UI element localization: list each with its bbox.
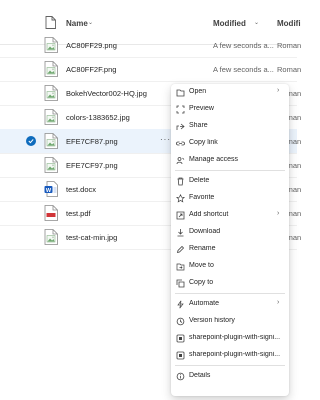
word-file-icon: W (44, 181, 58, 197)
delete-icon (177, 177, 184, 186)
image-file-icon (44, 157, 58, 173)
svg-text:W: W (46, 188, 52, 194)
file-modified: A few seconds a... (213, 41, 274, 50)
file-name[interactable]: test-cat-min.jpg (66, 233, 117, 242)
preview-icon (176, 105, 185, 114)
menu-divider (175, 170, 285, 171)
file-name[interactable]: test.pdf (66, 209, 91, 218)
plugin-icon (176, 351, 185, 360)
move-icon (176, 263, 185, 271)
details-icon (176, 372, 185, 381)
image-file-icon (44, 37, 58, 53)
chevron-down-icon[interactable]: ⌄ (88, 19, 93, 26)
menu-item-label: Move to (189, 262, 214, 269)
file-row[interactable]: AC80FF2F.png A few seconds a... Roman (0, 57, 301, 82)
image-file-icon (44, 133, 58, 149)
menu-item-label: Details (189, 372, 211, 379)
menu-item-favorite[interactable]: Favorite (171, 190, 289, 207)
file-name[interactable]: AC80FF2F.png (66, 65, 116, 74)
menu-item-sharepoint-plugin-with-signi[interactable]: sharepoint-plugin-with-signi... (171, 330, 289, 347)
file-modified-by: Roman (277, 41, 302, 50)
menu-item-label: sharepoint-plugin-with-signi... (189, 334, 281, 341)
modified-by-column-header[interactable]: Modifi (277, 19, 301, 28)
file-name[interactable]: EFE7CF97.png (66, 161, 118, 170)
menu-item-label: Copy link (189, 139, 218, 146)
menu-divider (175, 365, 285, 366)
menu-item-download[interactable]: Download (171, 224, 289, 241)
file-name[interactable]: BokehVector002-HQ.jpg (66, 89, 147, 98)
menu-item-delete[interactable]: Delete (171, 173, 289, 190)
file-row[interactable]: AC80FF29.png A few seconds a... Roman (0, 33, 301, 58)
chevron-right-icon: › (277, 210, 280, 217)
menu-item-label: Delete (189, 177, 210, 184)
menu-item-label: sharepoint-plugin-with-signi... (189, 351, 281, 358)
menu-item-preview[interactable]: Preview (171, 101, 289, 118)
menu-item-label: Preview (189, 105, 214, 112)
menu-item-copy-to[interactable]: Copy to (171, 275, 289, 292)
file-modified-by: Roman (277, 65, 302, 74)
chevron-right-icon: › (277, 87, 280, 94)
menu-item-share[interactable]: Share (171, 118, 289, 135)
menu-item-version-history[interactable]: Version history (171, 313, 289, 330)
menu-item-copy-link[interactable]: Copy link (171, 135, 289, 152)
add-shortcut-icon (176, 211, 185, 220)
download-icon (177, 229, 184, 237)
name-column-header[interactable]: Name (66, 19, 88, 28)
pdf-file-icon (44, 205, 58, 221)
menu-item-open[interactable]: Open › (171, 84, 289, 101)
plugin-icon (176, 334, 185, 343)
menu-item-label: Add shortcut (189, 211, 229, 218)
menu-item-label: Rename (189, 245, 216, 252)
file-name[interactable]: EFE7CF87.png (66, 137, 118, 146)
menu-item-label: Open (189, 88, 207, 95)
rename-icon (176, 245, 185, 254)
share-icon (176, 123, 185, 130)
menu-item-label: Favorite (189, 194, 215, 201)
chevron-right-icon: › (277, 299, 280, 306)
menu-divider (175, 293, 285, 294)
menu-item-label: Share (189, 122, 208, 129)
image-file-icon (44, 85, 58, 101)
file-type-header-icon (45, 16, 56, 29)
file-name[interactable]: test.docx (66, 185, 96, 194)
file-name[interactable]: AC80FF29.png (66, 41, 117, 50)
selected-check-icon[interactable] (26, 136, 36, 146)
menu-item-automate[interactable]: Automate › (171, 296, 289, 313)
menu-item-details[interactable]: Details (171, 368, 289, 385)
menu-item-move-to[interactable]: Move to (171, 258, 289, 275)
open-icon (176, 89, 185, 97)
menu-item-rename[interactable]: Rename (171, 241, 289, 258)
manage-access-icon (176, 157, 185, 165)
context-menu: Open › Preview Share Copy link Manage access D… (171, 84, 289, 396)
menu-item-manage-access[interactable]: Manage access (171, 152, 289, 169)
menu-item-label: Copy to (189, 279, 214, 286)
menu-item-label: Automate (189, 300, 219, 307)
automate-icon (177, 300, 184, 309)
menu-item-label: Download (189, 228, 221, 235)
menu-item-add-shortcut[interactable]: Add shortcut › (171, 207, 289, 224)
menu-item-label: Manage access (189, 156, 239, 163)
link-icon (176, 141, 185, 146)
star-icon (176, 194, 185, 203)
image-file-icon (44, 109, 58, 125)
menu-item-sharepoint-plugin-with-signi[interactable]: sharepoint-plugin-with-signi... (171, 347, 289, 364)
copy-icon (176, 279, 185, 288)
version-history-icon (176, 317, 185, 326)
file-name[interactable]: colors-1383652.jpg (66, 113, 130, 122)
modified-column-header[interactable]: Modified (213, 19, 246, 28)
image-file-icon (44, 61, 58, 77)
more-options-icon[interactable]: ··· (160, 135, 171, 144)
image-file-icon (44, 229, 58, 245)
chevron-down-icon[interactable]: ⌄ (254, 19, 259, 26)
menu-item-label: Version history (189, 317, 235, 324)
file-modified: A few seconds a... (213, 65, 274, 74)
